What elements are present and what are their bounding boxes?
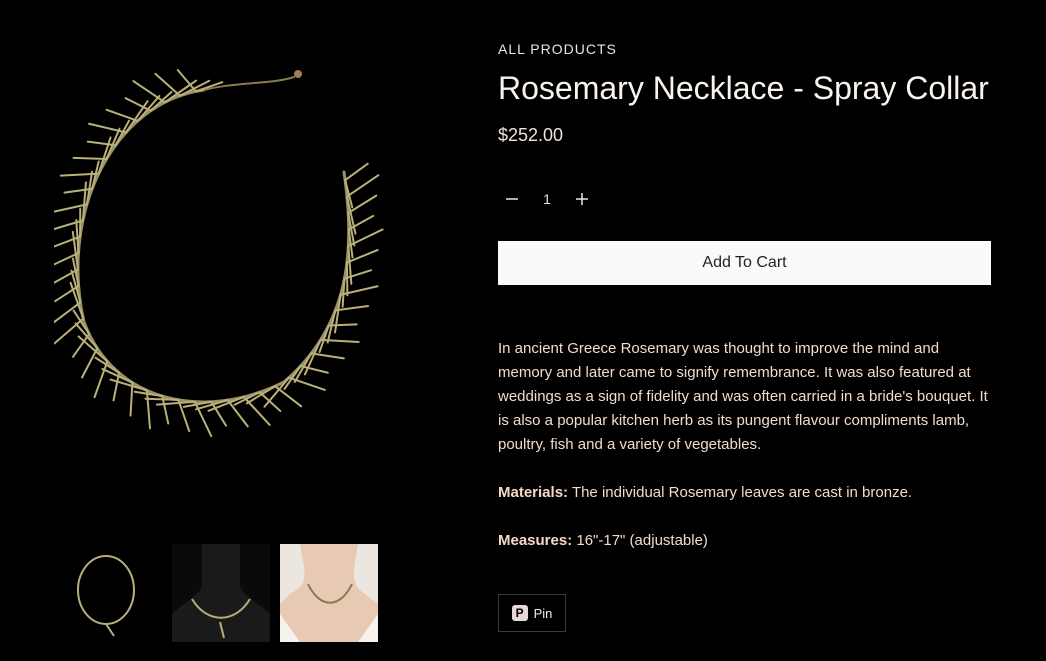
necklace-leaf xyxy=(45,219,84,233)
necklace-leaf xyxy=(53,203,88,213)
necklace-leaf xyxy=(75,219,80,255)
necklace-leaf xyxy=(144,397,180,401)
necklace-leaf xyxy=(177,398,191,433)
pin-label: Pin xyxy=(533,605,553,621)
quantity-decrease-button[interactable] xyxy=(498,186,526,212)
add-to-cart-button[interactable]: Add To Cart xyxy=(498,241,991,285)
necklace-leaf xyxy=(72,156,108,161)
necklace-leaf xyxy=(53,317,85,345)
necklace-leaf xyxy=(132,80,166,104)
necklace-leaf xyxy=(287,376,326,391)
necklace-leaf xyxy=(343,269,373,280)
measures-line: Measures: 16"-17" (adjustable) xyxy=(498,529,991,553)
necklace-leaf xyxy=(88,122,127,134)
necklace-leaf xyxy=(93,360,109,399)
necklace-leaf xyxy=(81,347,99,379)
thumbnail-necklace-flat[interactable] xyxy=(64,544,162,642)
materials-line: Materials: The individual Rosemary leave… xyxy=(498,481,991,505)
quantity-value[interactable]: 1 xyxy=(526,191,568,207)
thumbnail-necklace-bust[interactable] xyxy=(172,544,270,642)
necklace-leaf xyxy=(105,108,139,122)
necklace-leaf xyxy=(345,174,380,198)
quantity-increase-button[interactable] xyxy=(568,186,596,212)
materials-text: The individual Rosemary leaves are cast … xyxy=(568,484,913,501)
necklace-leaf xyxy=(334,304,370,312)
necklace-leaf xyxy=(344,162,369,182)
product-price: $252.00 xyxy=(498,125,564,145)
thumbnail-strip xyxy=(64,544,378,642)
necklace-leaf xyxy=(299,365,329,374)
necklace-leaf xyxy=(242,395,271,426)
necklace-leaf xyxy=(59,172,100,177)
necklace-leaf xyxy=(129,381,134,417)
necklace-leaf xyxy=(155,400,196,406)
necklace-leaf xyxy=(319,338,360,344)
necklace-leaf xyxy=(52,301,82,324)
description-intro: In ancient Greece Rosemary was thought t… xyxy=(498,340,988,453)
plus-icon xyxy=(576,193,588,205)
necklace-leaf xyxy=(154,72,181,97)
thumbnail-necklace-model[interactable] xyxy=(280,544,378,642)
necklace-leaf xyxy=(86,140,117,147)
necklace-leaf xyxy=(263,376,290,408)
necklace-leaf xyxy=(145,389,151,430)
measures-text: 16"-17" (adjustable) xyxy=(572,532,708,549)
necklace-leaf xyxy=(339,285,379,296)
minus-icon xyxy=(506,198,518,200)
product-title: Rosemary Necklace - Spray Collar xyxy=(498,70,989,106)
pinterest-icon: P xyxy=(511,605,528,621)
necklace-leaf xyxy=(52,235,82,248)
pinterest-share-button[interactable]: P Pin xyxy=(498,594,566,632)
measures-label: Measures: xyxy=(498,532,573,549)
product-main-image[interactable] xyxy=(43,62,384,522)
breadcrumb[interactable]: ALL PRODUCTS xyxy=(498,41,617,57)
materials-label: Materials: xyxy=(498,484,569,501)
product-description: In ancient Greece Rosemary was thought t… xyxy=(498,337,991,577)
necklace-leaf xyxy=(310,352,345,360)
quantity-stepper: 1 xyxy=(498,186,596,212)
